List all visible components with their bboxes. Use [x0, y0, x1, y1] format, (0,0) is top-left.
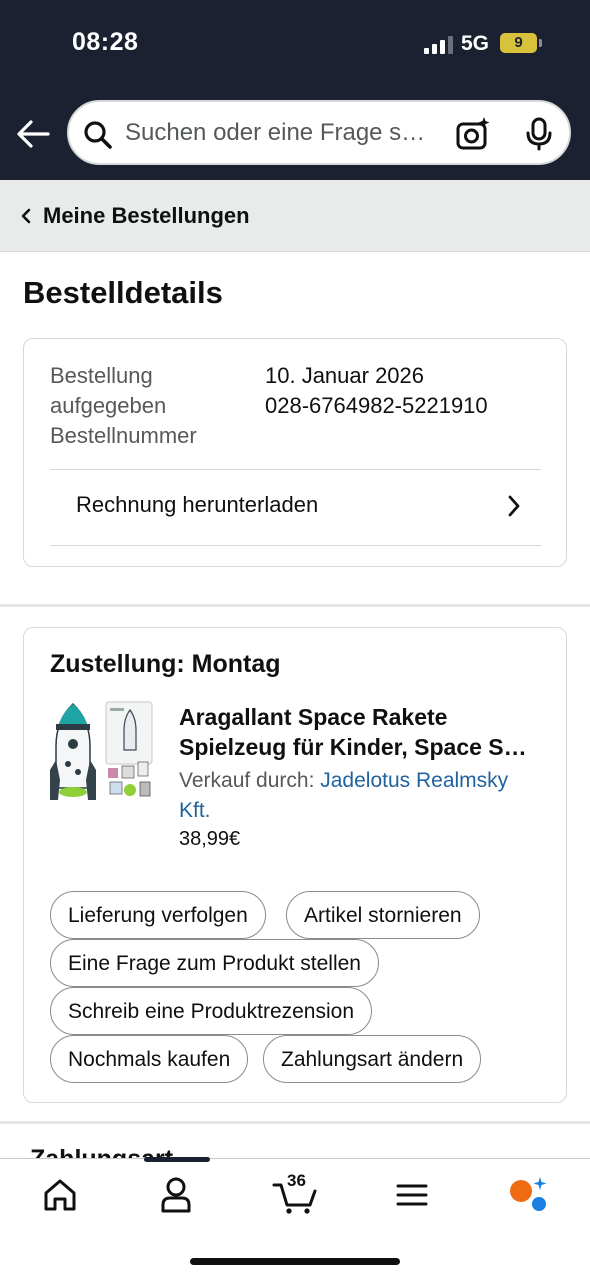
track-delivery-button[interactable]: Lieferung verfolgen: [50, 891, 266, 939]
change-payment-button[interactable]: Zahlungsart ändern: [263, 1035, 482, 1083]
order-number: 028-6764982-5221910: [265, 393, 488, 418]
page-title: Bestelldetails: [23, 275, 223, 310]
section-separator: [0, 1121, 590, 1124]
seller-prefix: Verkauf durch:: [179, 769, 321, 792]
cellular-signal-icon: [424, 34, 454, 54]
order-info-labels: Bestellung aufgegeben Bestellnummer: [50, 361, 250, 451]
search-input[interactable]: [125, 102, 445, 163]
home-icon[interactable]: [38, 1175, 82, 1215]
delivery-title: Zustellung: Montag: [50, 650, 281, 678]
network-type: 5G: [461, 32, 490, 55]
app-header: 08:28 5G 9: [0, 0, 590, 180]
status-time: 08:28: [72, 28, 139, 56]
chevron-left-icon: [21, 208, 31, 224]
write-review-button[interactable]: Schreib eine Produktrezension: [50, 987, 373, 1035]
tab-indicator: [144, 1157, 210, 1162]
cancel-item-button[interactable]: Artikel stornieren: [286, 891, 480, 939]
breadcrumb[interactable]: Meine Bestellungen: [0, 180, 590, 252]
payment-method-heading: Zahlungsart: [30, 1142, 173, 1158]
search-bar[interactable]: [67, 100, 571, 165]
product-image[interactable]: [50, 700, 158, 808]
chevron-right-icon: [508, 495, 520, 517]
order-date: 10. Januar 2026: [265, 363, 425, 388]
battery-level: 9: [514, 34, 523, 51]
seller-link-2[interactable]: Kft.: [179, 799, 211, 822]
download-invoice-row[interactable]: Rechnung herunterladen: [24, 470, 568, 546]
buy-again-button[interactable]: Nochmals kaufen: [50, 1035, 249, 1083]
divider: [50, 545, 541, 546]
delivery-card: Zustellung: Montag Aragallant Space Rake…: [23, 627, 567, 1103]
camera-search-icon[interactable]: [455, 116, 491, 152]
section-separator: [0, 604, 590, 607]
microphone-icon[interactable]: [521, 116, 557, 152]
seller-link[interactable]: Jadelotus Realmsky: [320, 769, 508, 792]
product-title-line-1[interactable]: Aragallant Space Rakete: [179, 702, 544, 732]
battery-icon: 9: [500, 33, 542, 53]
product-title-line-2[interactable]: Spielzeug für Kinder, Space S…: [179, 732, 544, 762]
ask-question-button[interactable]: Eine Frage zum Produkt stellen: [50, 939, 379, 987]
rufus-ai-icon[interactable]: [506, 1175, 550, 1215]
cart-count: 36: [287, 1171, 306, 1190]
account-icon[interactable]: [154, 1175, 198, 1215]
order-info-card: Bestellung aufgegeben Bestellnummer 10. …: [23, 338, 567, 567]
download-invoice-label[interactable]: Rechnung herunterladen: [76, 492, 318, 518]
order-placed-label: Bestellung: [50, 363, 153, 388]
menu-icon[interactable]: [390, 1175, 434, 1215]
home-indicator: [190, 1258, 400, 1265]
order-number-label: Bestellnummer: [50, 423, 197, 448]
order-placed-label-2: aufgegeben: [50, 393, 167, 418]
back-arrow-icon[interactable]: [14, 114, 54, 154]
breadcrumb-label[interactable]: Meine Bestellungen: [43, 203, 250, 229]
product-title[interactable]: Aragallant Space Rakete Spielzeug für Ki…: [179, 702, 544, 762]
product-price: 38,99€: [179, 828, 241, 850]
seller-info: Verkauf durch: Jadelotus Realmsky Kft.: [179, 766, 544, 826]
order-info-values: 10. Januar 2026 028-6764982-5221910: [265, 361, 488, 421]
search-icon: [84, 121, 112, 149]
